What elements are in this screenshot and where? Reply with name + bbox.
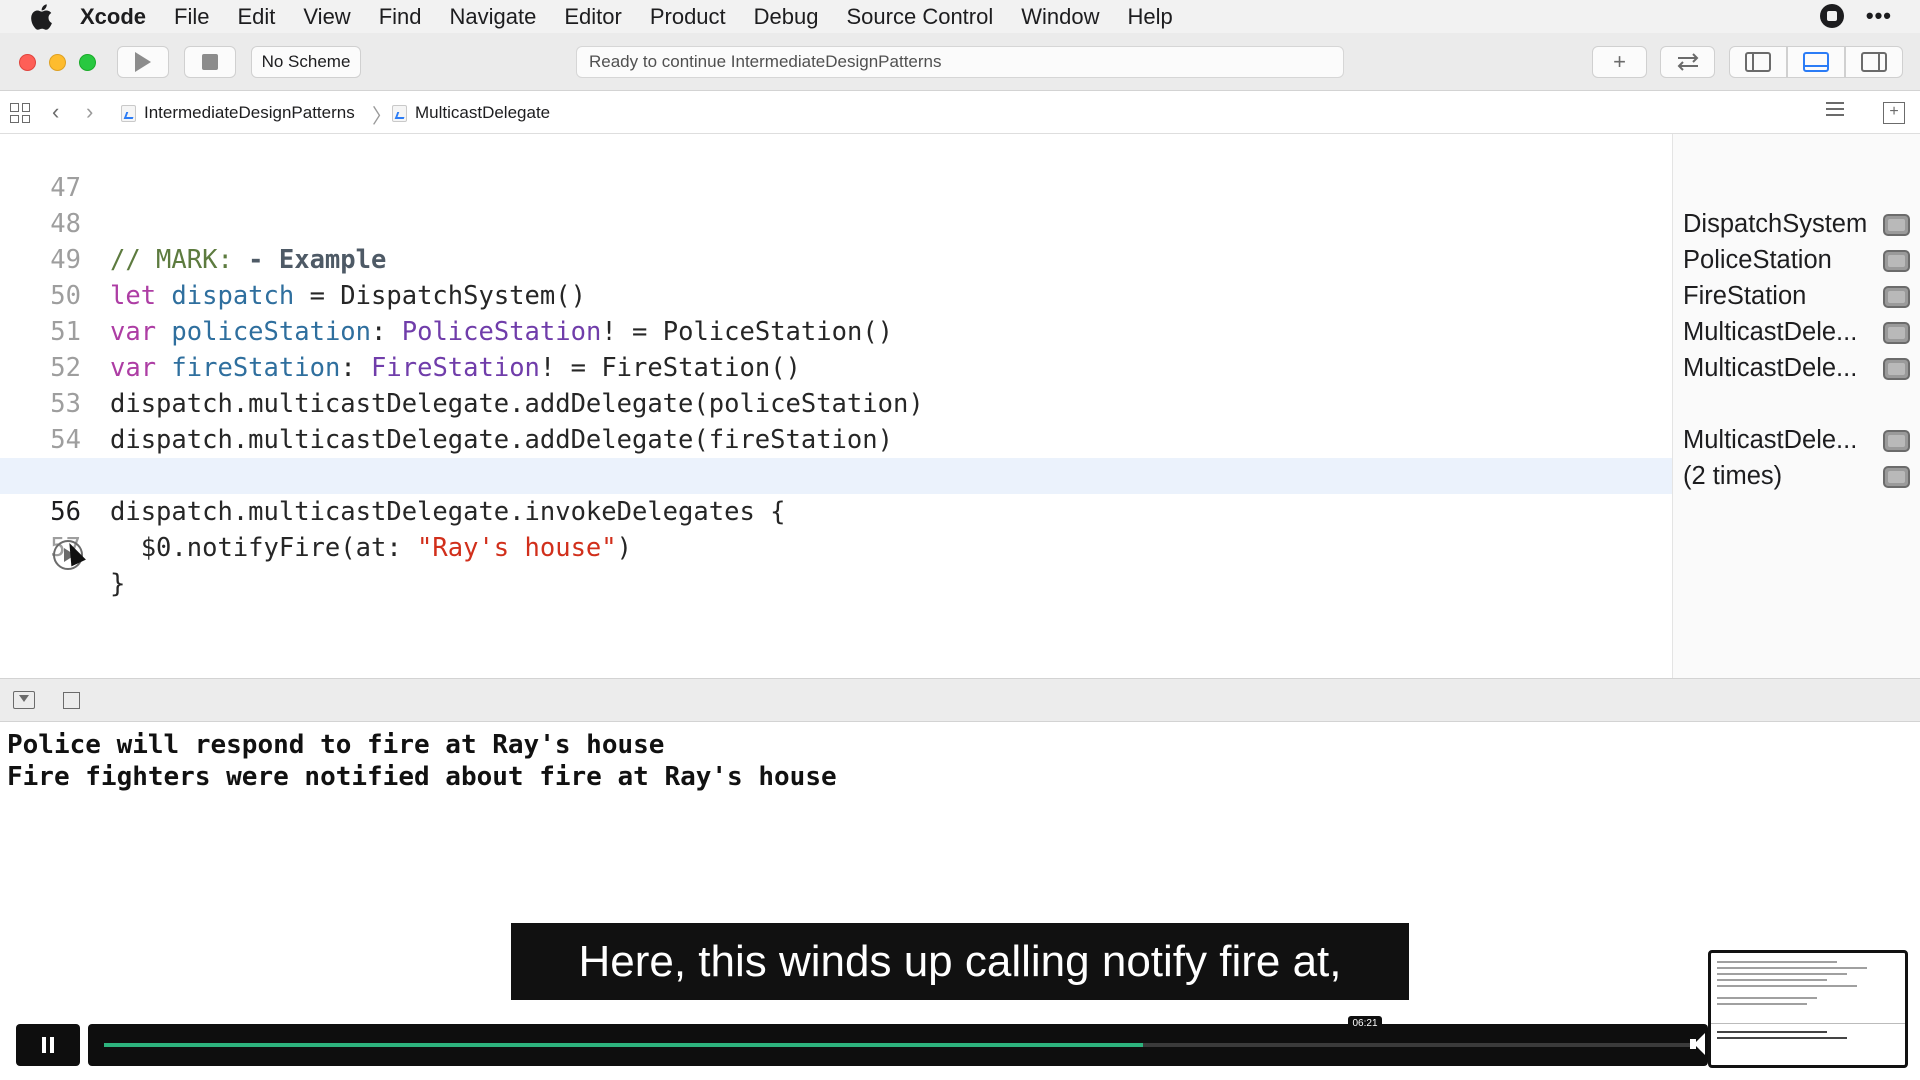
- forward-chevron-icon[interactable]: ›: [86, 101, 93, 123]
- menubar-status-area: •••: [1819, 4, 1892, 28]
- code-line-53: 53 dispatch.multicastDelegate.addDelegat…: [0, 350, 1672, 455]
- code-line-55: 55 dispatch.multicastDelegate.invokeDele…: [0, 422, 1672, 527]
- result-row: PoliceStation: [1673, 242, 1920, 278]
- hide-debug-area-icon[interactable]: [13, 691, 35, 709]
- bottom-panel-icon: [1803, 52, 1829, 72]
- play-icon: [135, 52, 151, 72]
- menu-product[interactable]: Product: [650, 4, 726, 30]
- menu-view[interactable]: View: [303, 4, 350, 30]
- quick-look-icon[interactable]: [1883, 430, 1910, 452]
- editor-options-icon[interactable]: [1826, 102, 1856, 124]
- run-button[interactable]: [117, 46, 169, 78]
- menu-debug[interactable]: Debug: [754, 4, 819, 30]
- plus-icon: +: [1613, 49, 1626, 74]
- menu-app-xcode[interactable]: Xcode: [80, 4, 146, 30]
- result-value: MulticastDele...: [1683, 426, 1858, 454]
- pause-button[interactable]: [16, 1024, 80, 1066]
- current-code-line-56: 56 $0.notifyFire(at: "Ray's house"): [0, 458, 1672, 563]
- code-line-51: 51 var fireStation: FireStation! = FireS…: [0, 278, 1672, 383]
- breadcrumb-separator: 〉: [372, 106, 392, 128]
- apple-logo-icon[interactable]: [28, 2, 58, 32]
- menu-find[interactable]: Find: [379, 4, 422, 30]
- breadcrumb-project[interactable]: IntermediateDesignPatterns: [121, 103, 355, 123]
- result-row: MulticastDele...: [1673, 350, 1920, 386]
- quick-look-icon[interactable]: [1883, 286, 1910, 308]
- toggle-navigator-button[interactable]: [1729, 46, 1787, 78]
- screen-record-icon[interactable]: [1819, 4, 1844, 28]
- window-toolbar: No Scheme Ready to continue Intermediate…: [0, 33, 1920, 91]
- code-line-47: 47: [0, 134, 1672, 203]
- result-value: MulticastDele...: [1683, 318, 1858, 346]
- more-dots-icon[interactable]: •••: [1866, 4, 1892, 28]
- result-row: MulticastDele...: [1673, 422, 1920, 458]
- right-panel-icon: [1861, 52, 1887, 72]
- menu-help[interactable]: Help: [1128, 4, 1173, 30]
- code-text: }: [110, 569, 126, 599]
- back-chevron-icon[interactable]: ‹: [52, 101, 59, 123]
- result-value: PoliceStation: [1683, 246, 1832, 274]
- code-line-48: 48 // MARK: - Example: [0, 170, 1672, 275]
- close-window-button[interactable]: [19, 54, 36, 71]
- add-editor-icon[interactable]: +: [1883, 102, 1905, 124]
- stop-button[interactable]: [184, 46, 236, 78]
- menu-edit[interactable]: Edit: [237, 4, 275, 30]
- menu-source-control[interactable]: Source Control: [847, 4, 994, 30]
- scheme-selector[interactable]: No Scheme: [251, 46, 361, 78]
- breadcrumb-page-label: MulticastDelegate: [415, 103, 551, 122]
- debug-bar: [0, 678, 1920, 722]
- breadcrumb-page[interactable]: MulticastDelegate: [392, 103, 550, 123]
- quick-look-icon[interactable]: [1883, 358, 1910, 380]
- progress-fill: [104, 1043, 1143, 1047]
- result-row: FireStation: [1673, 278, 1920, 314]
- playground-file-icon: [121, 104, 136, 122]
- result-value: FireStation: [1683, 282, 1807, 310]
- swift-page-icon: [392, 104, 407, 122]
- menu-file[interactable]: File: [174, 4, 209, 30]
- results-sidebar: DispatchSystem PoliceStation FireStation…: [1672, 134, 1920, 678]
- minimize-window-button[interactable]: [49, 54, 66, 71]
- video-caption: Here, this winds up calling notify fire …: [511, 923, 1409, 1000]
- jump-bar: ‹ › IntermediateDesignPatterns 〉 Multica…: [0, 91, 1920, 134]
- code-line-52: 52 dispatch.multicastDelegate.addDelegat…: [0, 314, 1672, 419]
- code-line-50: 50 var policeStation: PoliceStation! = P…: [0, 242, 1672, 347]
- panel-toggle-group: [1729, 46, 1903, 78]
- zoom-window-button[interactable]: [79, 54, 96, 71]
- code-line-57: 57 }: [0, 494, 1672, 599]
- code-line-49: 49 let dispatch = DispatchSystem(): [0, 206, 1672, 311]
- quick-look-icon[interactable]: [1883, 322, 1910, 344]
- video-preview-thumbnail: [1708, 950, 1908, 1068]
- code-review-button[interactable]: [1660, 46, 1715, 78]
- activity-status-field: Ready to continue IntermediateDesignPatt…: [576, 46, 1344, 78]
- result-value: (2 times): [1683, 462, 1783, 490]
- quick-look-icon[interactable]: [1883, 250, 1910, 272]
- code-line-54: 54: [0, 386, 1672, 455]
- swap-arrows-icon: [1677, 53, 1698, 71]
- menu-bar: Xcode File Edit View Find Navigate Edito…: [0, 0, 1920, 33]
- left-panel-icon: [1745, 52, 1771, 72]
- breadcrumb-project-label: IntermediateDesignPatterns: [144, 103, 355, 122]
- stop-icon: [202, 54, 218, 70]
- result-value: DispatchSystem: [1683, 210, 1868, 238]
- result-value: MulticastDele...: [1683, 354, 1858, 382]
- result-row: MulticastDele...: [1673, 314, 1920, 350]
- playback-time-label: 06:21: [1348, 1016, 1382, 1032]
- menu-window[interactable]: Window: [1021, 4, 1099, 30]
- library-add-button[interactable]: +: [1592, 46, 1647, 78]
- quick-look-icon[interactable]: [1883, 466, 1910, 488]
- console-line: Fire fighters were notified about fire a…: [7, 762, 837, 792]
- result-row: DispatchSystem: [1673, 206, 1920, 242]
- toggle-debug-area-button[interactable]: [1787, 46, 1845, 78]
- clear-console-icon[interactable]: [63, 692, 80, 709]
- menu-navigate[interactable]: Navigate: [450, 4, 537, 30]
- menu-editor[interactable]: Editor: [564, 4, 621, 30]
- video-progress-bar[interactable]: [88, 1024, 1708, 1066]
- code-text: $0.notifyFire(at: "Ray's house"): [110, 533, 632, 563]
- quick-look-icon[interactable]: [1883, 214, 1910, 236]
- console-line: Police will respond to fire at Ray's hou…: [7, 730, 665, 760]
- toggle-inspector-button[interactable]: [1845, 46, 1903, 78]
- source-editor[interactable]: 47 48 // MARK: - Example 49 let dispatch…: [0, 134, 1672, 678]
- result-row: (2 times): [1673, 458, 1920, 494]
- related-items-grid-icon[interactable]: [10, 103, 30, 123]
